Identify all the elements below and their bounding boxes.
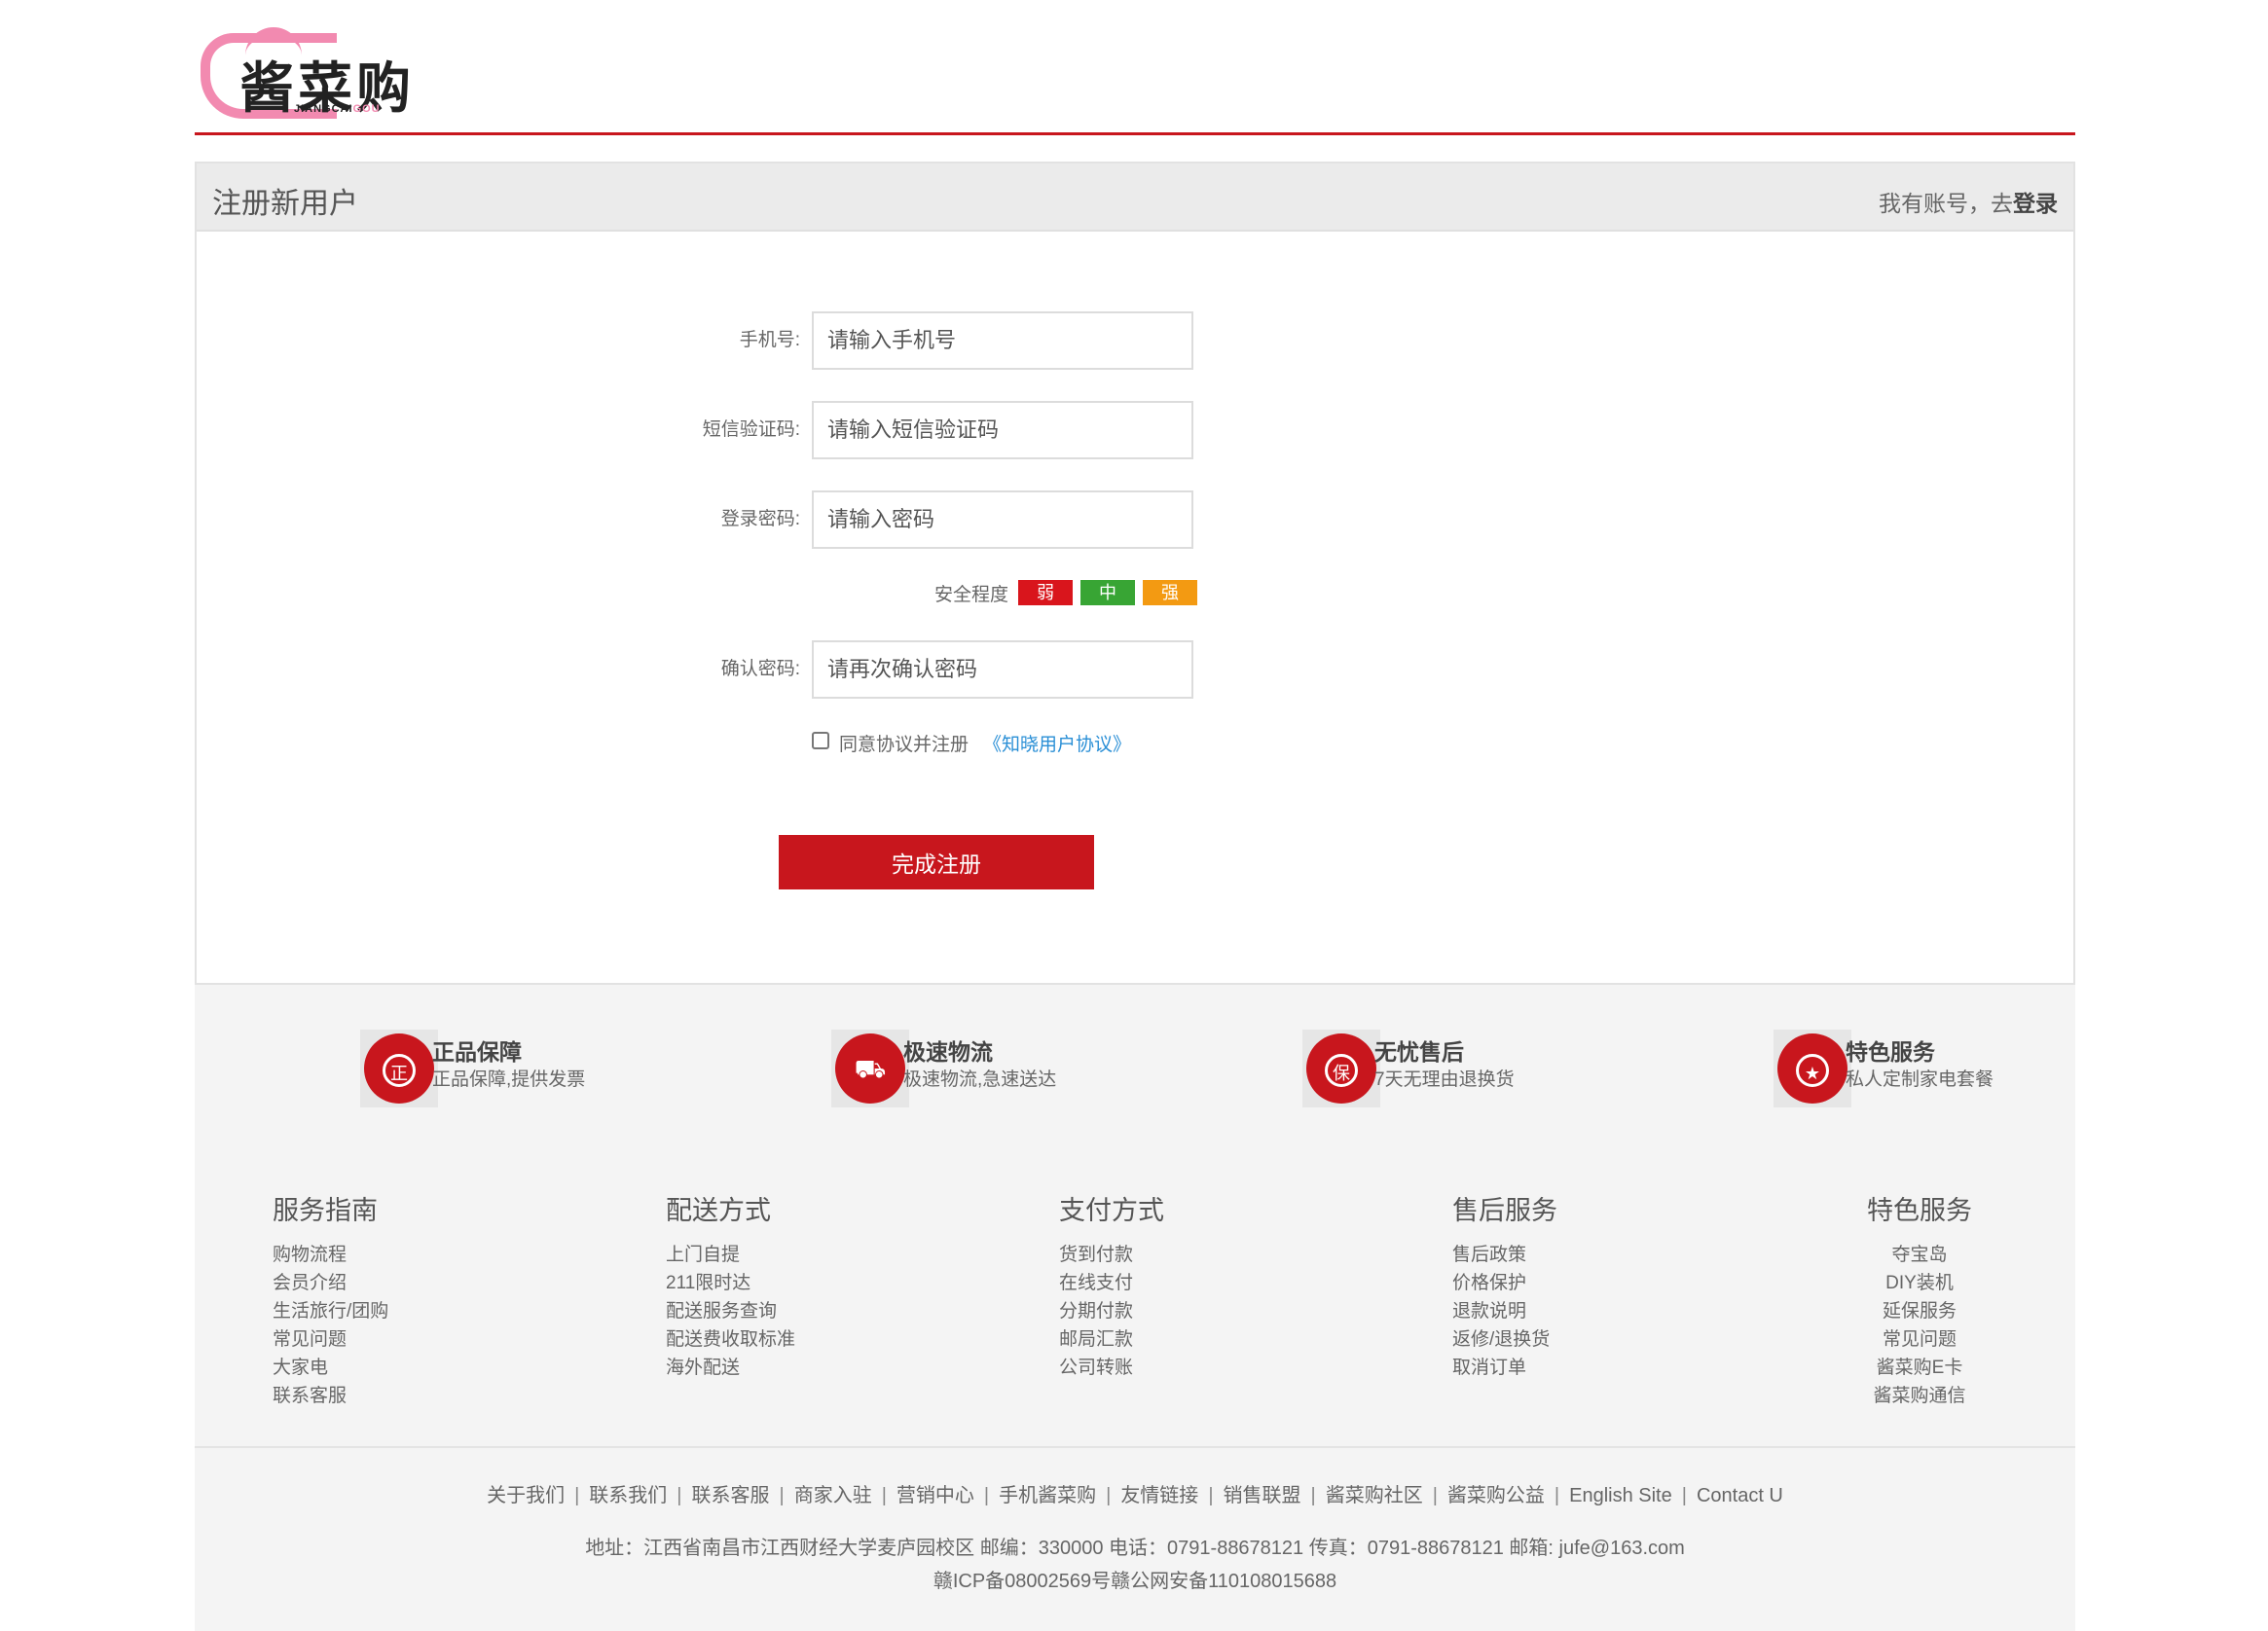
feature-desc: 正品保障,提供发票 [432, 1069, 586, 1090]
bottom-link[interactable]: 酱菜购公益 [1447, 1485, 1545, 1506]
footer-link[interactable]: 酱菜购E卡 [1851, 1354, 1988, 1382]
truck-icon: ⛟ [831, 1030, 909, 1107]
feature-desc: 极速物流,急速送达 [903, 1069, 1057, 1090]
password-strength: 安全程度 弱 中 强 [197, 578, 1199, 607]
feature-fast-delivery: ⛟ 极速物流 极速物流,急速送达 [831, 1030, 1123, 1107]
footer-icp: 赣ICP备08002569号赣公网安备110108015688 [933, 1571, 1337, 1592]
footer-link[interactable]: 联系客服 [273, 1382, 388, 1410]
footer-link[interactable]: 在线支付 [1059, 1269, 1164, 1297]
shield-icon: 保 [1302, 1030, 1380, 1107]
login-prompt: 我有账号，去登录 [1879, 191, 2058, 216]
bottom-link[interactable]: 联系我们 [589, 1485, 667, 1506]
footer-link[interactable]: 常见问题 [1851, 1325, 1988, 1354]
page-title: 注册新用户 [212, 188, 358, 220]
register-panel: 注册新用户 我有账号，去登录 手机号: 短信验证码: 登录密码: 安全程度 弱 … [195, 162, 2075, 985]
bottom-link[interactable]: 酱菜购社区 [1326, 1485, 1423, 1506]
footer-link[interactable]: 酱菜购通信 [1851, 1382, 1988, 1410]
bottom-link[interactable]: 销售联盟 [1224, 1485, 1301, 1506]
complete-register-button[interactable]: 完成注册 [779, 835, 1094, 889]
site-header: 酱菜购 JIANGCAIGOU [195, 0, 2075, 135]
feature-title: 特色服务 [1846, 1039, 1935, 1065]
footer-col-payment: 支付方式 货到付款 在线支付 分期付款 邮局汇款 公司转账 [1059, 1189, 1164, 1382]
footer-col-title: 支付方式 [1059, 1196, 1164, 1225]
footer-link[interactable]: 生活旅行/团购 [273, 1297, 388, 1325]
footer-link[interactable]: 货到付款 [1059, 1241, 1164, 1269]
user-agreement-link[interactable]: 《知晓用户协议》 [983, 730, 1131, 756]
genuine-icon: 正 [360, 1030, 438, 1107]
footer-link[interactable]: 延保服务 [1851, 1297, 1988, 1325]
footer-link[interactable]: 上门自提 [666, 1241, 795, 1269]
feature-title: 正品保障 [432, 1039, 522, 1065]
feature-after-sales: 保 无忧售后 7天无理由退换货 [1302, 1030, 1594, 1107]
feature-title: 无忧售后 [1374, 1039, 1464, 1065]
footer-link[interactable]: 价格保护 [1452, 1269, 1557, 1297]
footer-divider [195, 1446, 2075, 1448]
footer-address: 地址：江西省南昌市江西财经大学麦庐园校区 邮编：330000 电话：0791-8… [585, 1538, 1685, 1559]
footer-col-title: 特色服务 [1867, 1196, 1972, 1225]
site-logo[interactable]: 酱菜购 JIANGCAIGOU [201, 27, 463, 125]
login-link[interactable]: 登录 [2013, 191, 2058, 216]
bottom-link[interactable]: 关于我们 [487, 1485, 565, 1506]
feature-title: 极速物流 [903, 1039, 993, 1065]
phone-input[interactable] [812, 311, 1193, 370]
footer-link[interactable]: 邮局汇款 [1059, 1325, 1164, 1354]
strength-weak-badge: 弱 [1018, 580, 1073, 605]
footer-link[interactable]: 会员介绍 [273, 1269, 388, 1297]
bottom-link[interactable]: 手机酱菜购 [999, 1485, 1096, 1506]
phone-label: 手机号: [739, 330, 800, 350]
footer-link[interactable]: 取消订单 [1452, 1354, 1557, 1382]
footer-link[interactable]: 退款说明 [1452, 1297, 1557, 1325]
footer-link[interactable]: 公司转账 [1059, 1354, 1164, 1382]
bottom-link[interactable]: 商家入驻 [794, 1485, 872, 1506]
feature-desc: 7天无理由退换货 [1374, 1069, 1515, 1090]
award-icon: ★ [1774, 1030, 1851, 1107]
sms-code-label: 短信验证码: [702, 419, 800, 440]
bottom-link[interactable]: 营销中心 [896, 1485, 974, 1506]
sms-code-input[interactable] [812, 401, 1193, 459]
footer-link[interactable]: 购物流程 [273, 1241, 388, 1269]
panel-header: 注册新用户 我有账号，去登录 [197, 163, 2073, 232]
password-label: 登录密码: [720, 509, 800, 529]
logo-subtitle: JIANGCAIGOU [294, 103, 381, 115]
footer-link[interactable]: 配送服务查询 [666, 1297, 795, 1325]
footer-link[interactable]: 常见问题 [273, 1325, 388, 1354]
footer-col-after-sales: 售后服务 售后政策 价格保护 退款说明 返修/退换货 取消订单 [1452, 1189, 1557, 1382]
bottom-link-bar: 关于我们 | 联系我们 | 联系客服 | 商家入驻 | 营销中心 | 手机酱菜购 | 友情链接 | 销售联盟… [487, 1485, 1783, 1506]
strength-strong-badge: 强 [1143, 580, 1197, 605]
password-input[interactable] [812, 490, 1193, 549]
footer-col-delivery: 配送方式 上门自提 211限时达 配送服务查询 配送费收取标准 海外配送 [666, 1189, 795, 1382]
feature-desc: 私人定制家电套餐 [1846, 1069, 1994, 1090]
footer-col-title: 售后服务 [1452, 1196, 1557, 1225]
footer-col-service-guide: 服务指南 购物流程 会员介绍 生活旅行/团购 常见问题 大家电 联系客服 [273, 1189, 388, 1410]
footer-link[interactable]: 211限时达 [666, 1269, 795, 1297]
bottom-link[interactable]: 联系客服 [692, 1485, 770, 1506]
footer-col-title: 服务指南 [273, 1196, 378, 1225]
footer-link[interactable]: 分期付款 [1059, 1297, 1164, 1325]
strength-medium-badge: 中 [1080, 580, 1135, 605]
footer-link[interactable]: 返修/退换货 [1452, 1325, 1557, 1354]
footer-link[interactable]: 大家电 [273, 1354, 388, 1382]
agree-checkbox[interactable] [812, 732, 829, 749]
footer-link[interactable]: 夺宝岛 [1851, 1241, 1988, 1269]
strength-label: 安全程度 [934, 585, 1009, 605]
confirm-password-label: 确认密码: [720, 659, 800, 679]
feature-genuine: 正 正品保障 正品保障,提供发票 [360, 1030, 652, 1107]
footer-link[interactable]: 海外配送 [666, 1354, 795, 1382]
confirm-password-input[interactable] [812, 640, 1193, 699]
footer-col-special: 特色服务 夺宝岛 DIY装机 延保服务 常见问题 酱菜购E卡 酱菜购通信 [1851, 1189, 1988, 1410]
feature-special: ★ 特色服务 私人定制家电套餐 [1774, 1030, 2066, 1107]
site-footer: 服务指南 购物流程 会员介绍 生活旅行/团购 常见问题 大家电 联系客服 配送方… [195, 1158, 2075, 1631]
footer-link[interactable]: 售后政策 [1452, 1241, 1557, 1269]
footer-col-title: 配送方式 [666, 1196, 771, 1225]
agree-text: 同意协议并注册 [839, 735, 969, 755]
bottom-link[interactable]: English Site [1569, 1485, 1672, 1506]
footer-link[interactable]: DIY装机 [1851, 1269, 1988, 1297]
bottom-link[interactable]: 友情链接 [1120, 1485, 1198, 1506]
bottom-link[interactable]: Contact U [1697, 1485, 1783, 1506]
feature-band: 正 正品保障 正品保障,提供发票 ⛟ 极速物流 极速物流,急速送达 保 无忧售后… [195, 985, 2075, 1160]
footer-link[interactable]: 配送费收取标准 [666, 1325, 795, 1354]
